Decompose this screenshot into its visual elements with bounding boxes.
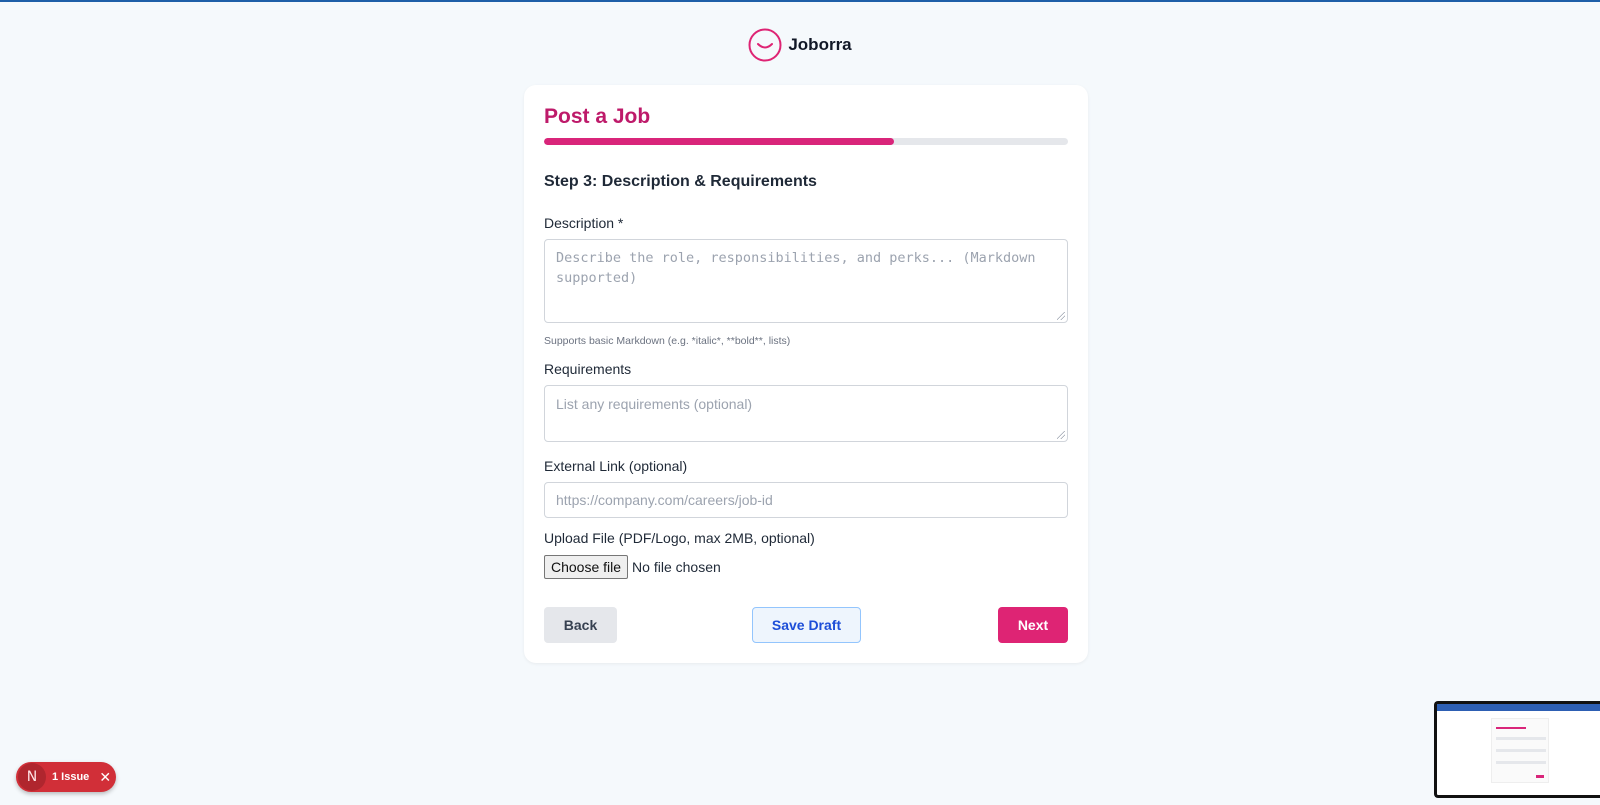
resize-handle-icon[interactable] — [1057, 431, 1065, 439]
markdown-hint: Supports basic Markdown (e.g. *italic*, … — [544, 335, 791, 347]
thumbnail-toolbar — [1437, 704, 1600, 711]
save-draft-button[interactable]: Save Draft — [752, 607, 861, 643]
file-upload: Choose file No file chosen — [544, 555, 721, 579]
thumbnail-field — [1496, 737, 1546, 740]
requirements-placeholder: List any requirements (optional) — [556, 396, 753, 412]
page-title: Post a Job — [544, 105, 651, 128]
smile-icon — [748, 28, 782, 62]
external-link-placeholder: https://company.com/careers/job-id — [556, 492, 773, 508]
step-title: Step 3: Description & Requirements — [544, 173, 817, 190]
description-label: Description * — [544, 215, 624, 231]
back-button[interactable]: Back — [544, 607, 617, 643]
dev-issues-badge[interactable]: N 1 Issue ✕ — [16, 762, 116, 792]
resize-handle-icon[interactable] — [1057, 312, 1065, 320]
thumbnail-field — [1496, 749, 1546, 752]
thumbnail-next — [1536, 775, 1544, 778]
screenshot-thumbnail[interactable] — [1434, 701, 1600, 798]
external-link-input[interactable]: https://company.com/careers/job-id — [544, 482, 1068, 518]
description-placeholder: Describe the role, responsibilities, and… — [556, 250, 1036, 286]
issues-count[interactable]: 1 Issue — [52, 771, 89, 783]
progress-fill — [544, 138, 894, 145]
thumbnail-page-preview — [1491, 718, 1549, 783]
progress-bar — [544, 138, 1068, 145]
upload-label: Upload File (PDF/Logo, max 2MB, optional… — [544, 530, 815, 546]
nextjs-logo-icon[interactable]: N — [18, 763, 46, 791]
requirements-label: Requirements — [544, 361, 632, 377]
close-icon[interactable]: ✕ — [99, 769, 111, 786]
external-link-label: External Link (optional) — [544, 458, 688, 474]
next-button[interactable]: Next — [998, 607, 1068, 643]
description-textarea[interactable]: Describe the role, responsibilities, and… — [544, 239, 1068, 323]
thumbnail-field — [1496, 761, 1546, 764]
thumbnail-progress — [1496, 727, 1526, 729]
brand-name: Joborra — [788, 35, 852, 54]
file-status: No file chosen — [632, 559, 721, 575]
brand-header: Joborra — [0, 28, 1600, 62]
post-job-card: Post a Job Step 3: Description & Require… — [524, 85, 1088, 663]
requirements-textarea[interactable]: List any requirements (optional) — [544, 385, 1068, 442]
choose-file-button[interactable]: Choose file — [544, 555, 629, 579]
